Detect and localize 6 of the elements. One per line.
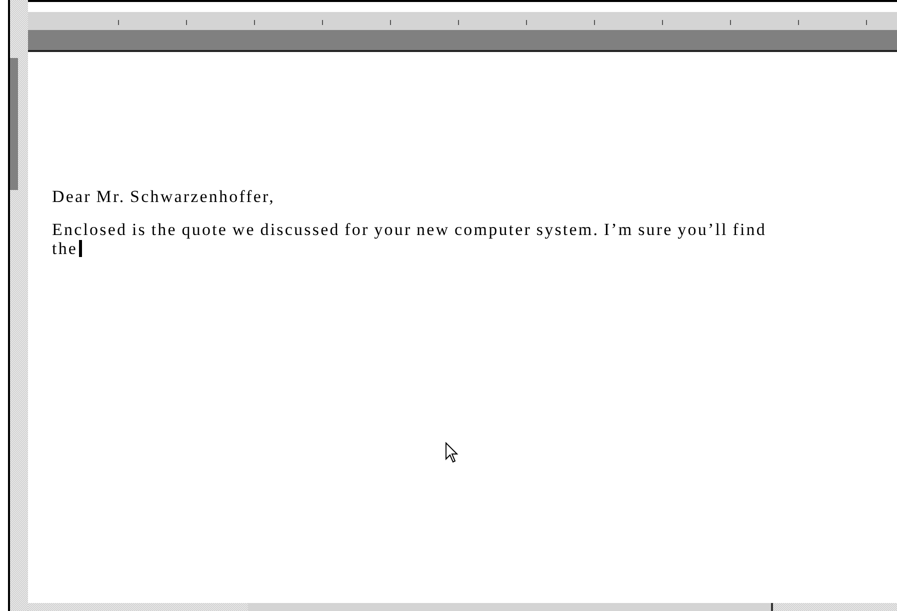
- scroll-thumb[interactable]: [10, 58, 18, 190]
- text-line: Enclosed is the quote we discussed for your new computer system. I’m sure you’ll find: [52, 220, 767, 239]
- text-line: Dear Mr. Schwarzenhoffer,: [52, 187, 275, 206]
- text-line: the: [52, 239, 78, 258]
- horizontal-scrollbar[interactable]: [28, 603, 897, 611]
- mouse-pointer-icon: [445, 442, 459, 464]
